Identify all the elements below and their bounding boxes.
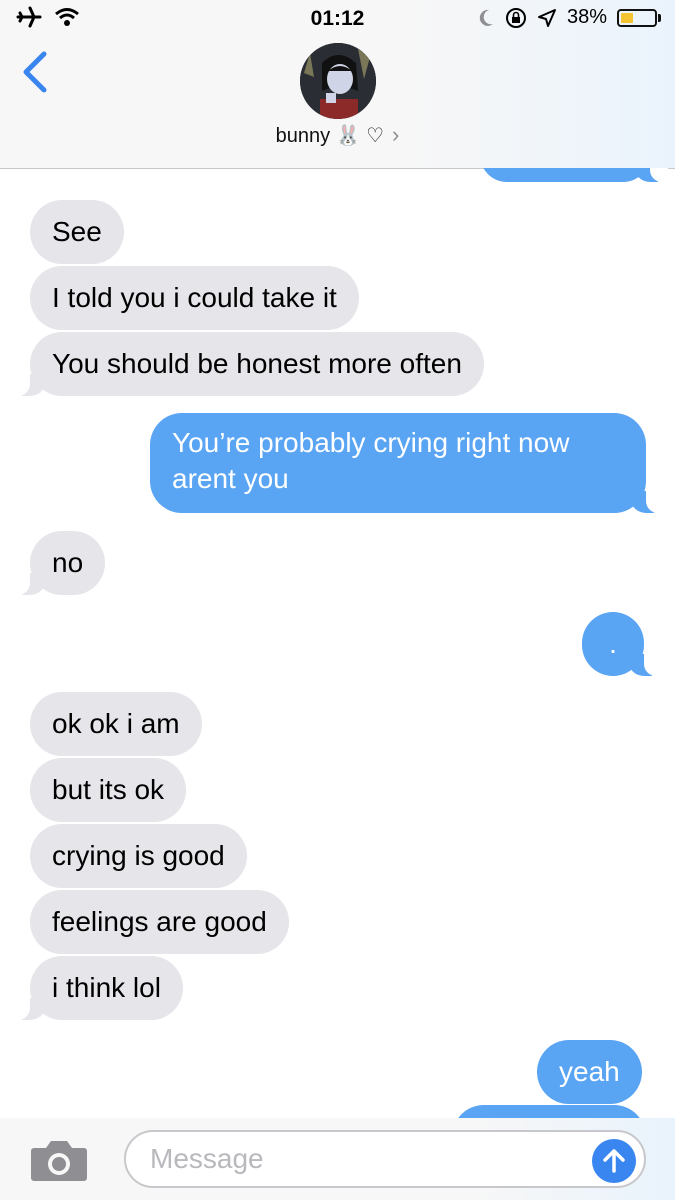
incoming-message[interactable]: but its ok [30, 758, 187, 822]
contact-avatar[interactable] [300, 43, 376, 119]
incoming-message[interactable]: crying is good [30, 824, 247, 888]
battery-level [621, 12, 633, 23]
battery-percent: 38% [566, 6, 607, 28]
message-line: arent you [172, 463, 289, 494]
orientation-lock-icon [505, 7, 526, 28]
camera-icon [31, 1141, 87, 1181]
send-button[interactable] [592, 1139, 636, 1183]
camera-button[interactable] [30, 1138, 88, 1182]
moon-icon [479, 9, 493, 26]
outgoing-message[interactable]: yeah [537, 1040, 642, 1104]
status-bar: 01:12 38% [0, 0, 675, 40]
battery-tip [658, 13, 661, 22]
outgoing-message[interactable]: . [582, 612, 662, 676]
arrow-up-icon [603, 1149, 625, 1173]
contact-name-button[interactable]: bunny 🐰 ♡ › [0, 122, 675, 148]
outgoing-message[interactable]: You’re probably crying right now arent y… [150, 413, 664, 513]
chevron-right-icon: › [392, 122, 400, 147]
message-thread[interactable]: See I told you i could take it You shoul… [0, 168, 675, 1118]
chevron-left-icon [23, 51, 47, 93]
outgoing-message[interactable] [480, 168, 668, 182]
incoming-message[interactable]: i think lol [12, 956, 183, 1020]
compose-bar [0, 1118, 675, 1200]
incoming-message[interactable]: ok ok i am [30, 692, 202, 756]
status-right: 38% [477, 6, 661, 29]
message-line: You’re probably crying right now [172, 427, 570, 458]
location-icon [537, 8, 556, 27]
avatar-image [300, 43, 376, 119]
incoming-message[interactable]: You should be honest more often [12, 332, 484, 396]
battery-icon [617, 8, 657, 27]
incoming-message[interactable]: See [30, 200, 124, 264]
conversation-header: 01:12 38% bunny 🐰 ♡ › [0, 0, 675, 169]
contact-name: bunny 🐰 ♡ [275, 124, 385, 147]
incoming-message[interactable]: I told you i could take it [30, 266, 359, 330]
incoming-message[interactable]: no [11, 531, 106, 595]
outgoing-message[interactable] [452, 1105, 646, 1118]
message-input[interactable] [124, 1130, 646, 1188]
back-button[interactable] [18, 50, 52, 94]
incoming-message[interactable]: feelings are good [30, 890, 289, 954]
